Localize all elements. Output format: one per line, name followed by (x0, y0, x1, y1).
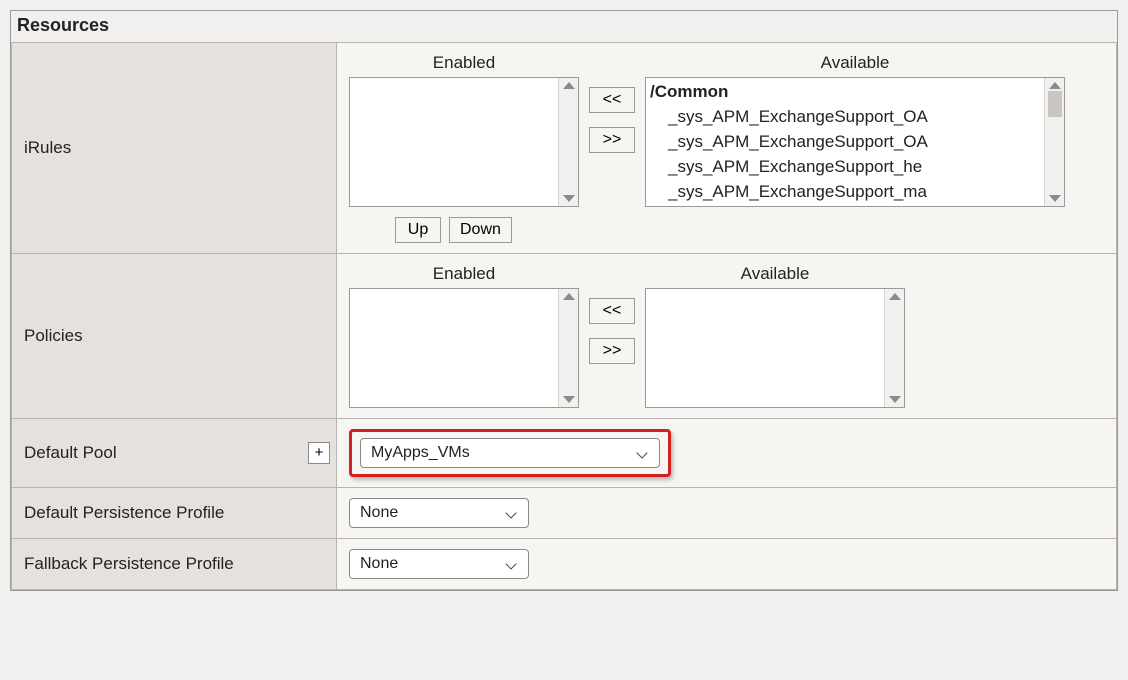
irules-enabled-header: Enabled (349, 53, 579, 73)
scroll-up-icon[interactable] (1049, 82, 1061, 89)
scroll-down-icon[interactable] (1049, 195, 1061, 202)
policies-label: Policies (12, 254, 337, 419)
scroll-up-icon[interactable] (889, 293, 901, 300)
default-pool-select[interactable]: MyApps_VMs (360, 438, 660, 468)
add-pool-button[interactable]: + (308, 442, 330, 464)
up-button[interactable]: Up (395, 217, 441, 243)
scrollbar[interactable] (558, 78, 578, 206)
resources-table: iRules Enabled Up (11, 42, 1117, 590)
irules-available-listbox[interactable]: /Common _sys_APM_ExchangeSupport_OA _sys… (645, 77, 1065, 207)
scroll-thumb[interactable] (1048, 91, 1062, 117)
policies-content: Enabled << >> (337, 254, 1117, 419)
policies-enabled-listbox[interactable] (349, 288, 579, 408)
fallback-persistence-select[interactable]: None (349, 549, 529, 579)
scroll-down-icon[interactable] (563, 195, 575, 202)
move-left-button[interactable]: << (589, 87, 635, 113)
irules-enabled-listbox[interactable] (349, 77, 579, 207)
default-pool-label: Default Pool + (12, 419, 337, 488)
move-left-button[interactable]: << (589, 298, 635, 324)
fallback-persistence-label: Fallback Persistence Profile (12, 539, 337, 590)
default-persistence-content: None (337, 488, 1117, 539)
irules-available-header: Available (645, 53, 1065, 73)
list-item[interactable]: _sys_APM_ExchangeSupport_he (650, 154, 1042, 179)
fallback-persistence-value: None (360, 555, 398, 573)
list-item[interactable]: _sys_APM_ExchangeSupport_ma (650, 179, 1042, 204)
irules-content: Enabled Up Down (337, 43, 1117, 254)
default-pool-label-text: Default Pool (24, 443, 117, 462)
panel-title: Resources (11, 11, 1117, 42)
fallback-persistence-content: None (337, 539, 1117, 590)
move-right-button[interactable]: >> (589, 338, 635, 364)
default-pool-value: MyApps_VMs (371, 444, 470, 462)
resources-panel: Resources iRules Enabled (10, 10, 1118, 591)
move-right-button[interactable]: >> (589, 127, 635, 153)
highlight-annotation: MyApps_VMs (349, 429, 671, 477)
scroll-down-icon[interactable] (563, 396, 575, 403)
policies-available-listbox[interactable] (645, 288, 905, 408)
default-persistence-label: Default Persistence Profile (12, 488, 337, 539)
scrollbar[interactable] (1044, 78, 1064, 206)
down-button[interactable]: Down (449, 217, 512, 243)
list-item[interactable]: _sys_APM_ExchangeSupport_OA (650, 104, 1042, 129)
policies-enabled-header: Enabled (349, 264, 579, 284)
default-persistence-select[interactable]: None (349, 498, 529, 528)
scroll-up-icon[interactable] (563, 293, 575, 300)
scrollbar[interactable] (558, 289, 578, 407)
policies-available-header: Available (645, 264, 905, 284)
list-item[interactable]: _sys_APM_ExchangeSupport_OA (650, 129, 1042, 154)
scroll-down-icon[interactable] (889, 396, 901, 403)
default-persistence-value: None (360, 504, 398, 522)
scrollbar[interactable] (884, 289, 904, 407)
available-group[interactable]: /Common (650, 79, 1042, 104)
default-pool-content: MyApps_VMs (337, 419, 1117, 488)
irules-label: iRules (12, 43, 337, 254)
scroll-up-icon[interactable] (563, 82, 575, 89)
